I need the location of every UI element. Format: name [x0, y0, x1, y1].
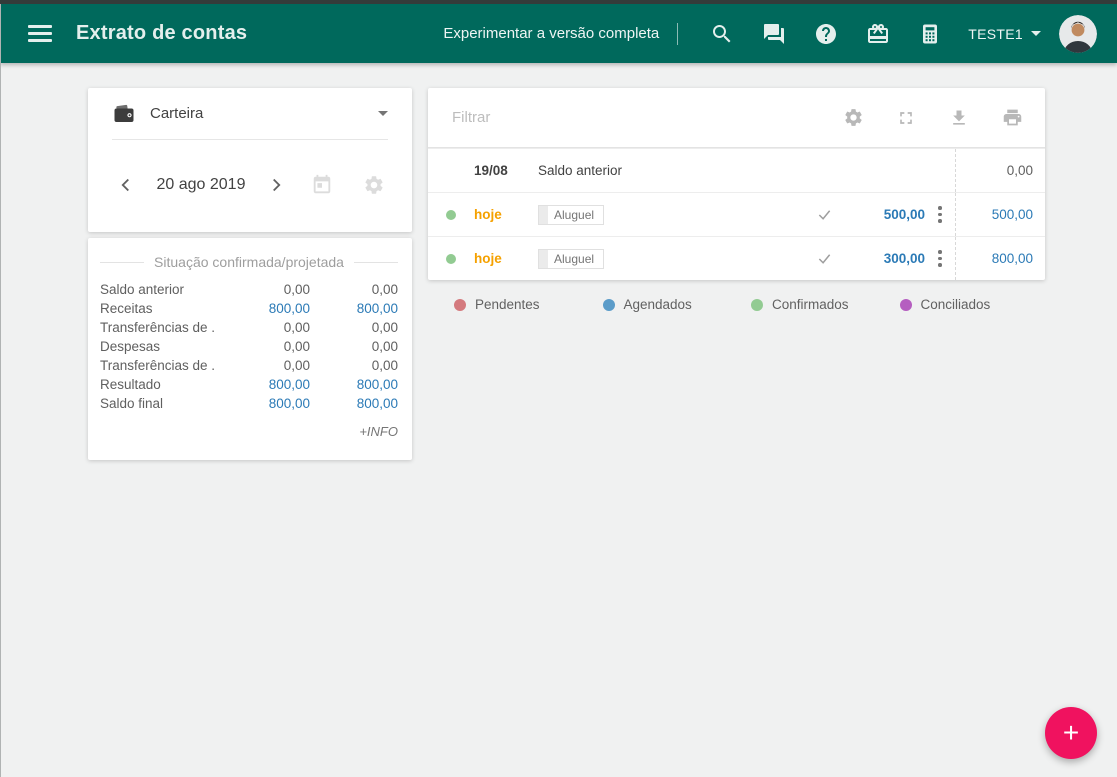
status-dot-empty [446, 149, 474, 192]
summary-row: Transferências de ... 0,00 0,00 [100, 358, 398, 373]
row-menu-kebab-icon[interactable] [925, 193, 955, 236]
summary-row: Resultado 800,00 800,00 [100, 377, 398, 392]
table-row: hoje Aluguel 500,00 500,00 [428, 192, 1045, 236]
menu-icon[interactable] [28, 22, 52, 46]
row-menu-kebab-icon[interactable] [925, 237, 955, 280]
date-navigator: 20 ago 2019 [88, 140, 412, 230]
help-icon[interactable] [814, 22, 838, 46]
confirm-check-icon[interactable] [809, 237, 839, 280]
legend-item-confirmados: Confirmados [751, 297, 900, 312]
header-divider [677, 22, 679, 45]
summary-row: Transferências de ... 0,00 0,00 [100, 320, 398, 335]
print-icon[interactable] [1001, 107, 1023, 129]
prev-period-button[interactable] [114, 173, 138, 197]
status-dot [446, 209, 456, 220]
avatar[interactable] [1059, 14, 1097, 53]
legend-dot [751, 298, 763, 311]
selected-account-label: Carteira [150, 105, 204, 122]
summary-card: Situação confirmada/projetada Saldo ante… [88, 238, 412, 460]
current-period-label: 20 ago 2019 [156, 176, 246, 193]
row-balance: 800,00 [955, 237, 1045, 280]
filter-input[interactable] [452, 109, 811, 126]
summary-row: Receitas 800,00 800,00 [100, 301, 398, 316]
gift-icon[interactable] [866, 22, 890, 46]
try-full-version-link[interactable]: Experimentar a versão completa [443, 25, 659, 42]
row-date: 19/08 [474, 163, 508, 178]
search-icon[interactable] [710, 22, 734, 46]
gear-icon[interactable] [842, 107, 864, 129]
window-edge-line [0, 4, 1, 777]
category-tag[interactable]: Aluguel [538, 248, 605, 269]
page-title: Extrato de contas [76, 22, 248, 44]
row-date: hoje [474, 251, 502, 266]
category-tag[interactable]: Aluguel [538, 204, 605, 225]
download-icon[interactable] [948, 107, 970, 129]
row-balance: 500,00 [955, 193, 1045, 236]
status-dot [446, 253, 456, 264]
summary-row: Saldo anterior 0,00 0,00 [100, 282, 398, 297]
row-amount: 300,00 [883, 251, 925, 266]
account-name: TESTE1 [968, 25, 1023, 42]
add-transaction-button[interactable]: + [1045, 707, 1097, 759]
legend-dot [899, 298, 912, 311]
confirm-check-icon[interactable] [809, 193, 839, 236]
row-balance: 0,00 [955, 149, 1045, 192]
legend-dot [454, 298, 466, 311]
row-description: Saldo anterior [538, 163, 623, 178]
fullscreen-icon[interactable] [895, 107, 917, 129]
calculator-icon[interactable] [918, 22, 942, 46]
window-chrome-strip [0, 0, 1117, 4]
legend-item-agendados: Agendados [602, 297, 752, 312]
legend-item-pendentes: Pendentes [454, 297, 603, 312]
chevron-down-icon [1031, 31, 1041, 36]
status-legend: Pendentes Agendados Confirmados Concilia… [428, 297, 1048, 312]
table-row: hoje Aluguel 300,00 800,00 [428, 236, 1045, 280]
row-amount: 500,00 [883, 207, 925, 222]
summary-row: Saldo final 800,00 800,00 [100, 396, 398, 411]
next-period-button[interactable] [264, 173, 288, 197]
app-header: Extrato de contas Experimentar a versão … [0, 4, 1117, 63]
chevron-down-icon [378, 111, 388, 116]
legend-dot [602, 298, 615, 311]
account-select[interactable]: Carteira [112, 88, 388, 140]
more-info-link[interactable]: +INFO [100, 424, 398, 439]
account-selector-card: Carteira 20 ago 2019 [88, 88, 412, 232]
row-date: hoje [474, 207, 502, 222]
summary-row: Despesas 0,00 0,00 [100, 339, 398, 354]
wallet-icon [112, 102, 136, 126]
legend-item-conciliados: Conciliados [899, 297, 1049, 312]
account-menu[interactable]: TESTE1 [968, 26, 1041, 42]
table-row-balance: 19/08 Saldo anterior 0,00 [428, 148, 1045, 192]
gear-icon[interactable] [362, 173, 386, 197]
transactions-card: 19/08 Saldo anterior 0,00 hoje Aluguel 5… [428, 88, 1045, 280]
calendar-icon[interactable] [310, 173, 334, 197]
summary-title: Situação confirmada/projetada [100, 254, 398, 270]
chat-icon[interactable] [762, 22, 786, 46]
transactions-toolbar [428, 88, 1045, 148]
